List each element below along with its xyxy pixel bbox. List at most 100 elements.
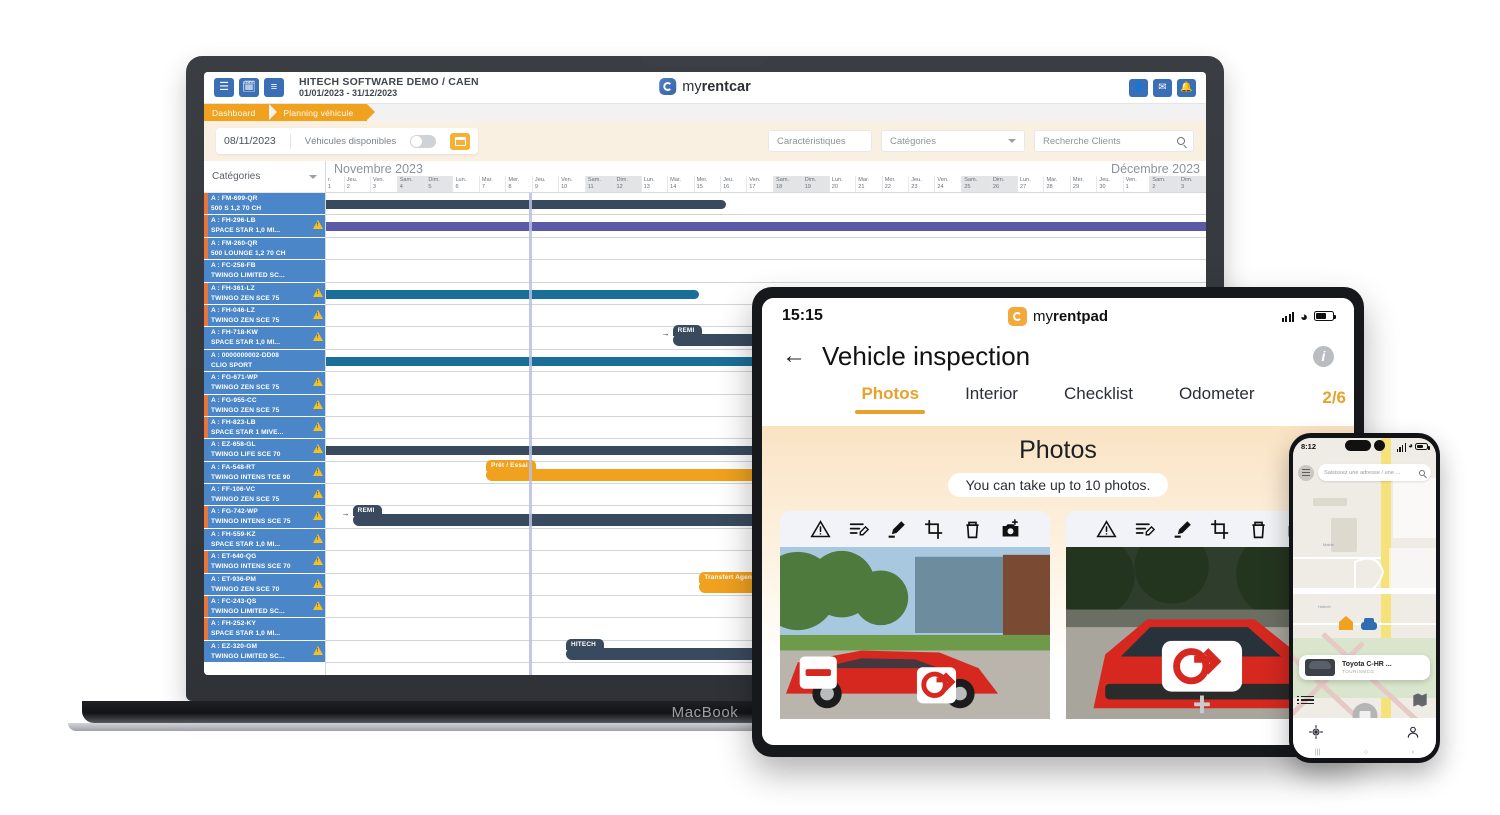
delete-icon[interactable] [1248, 519, 1269, 540]
day-header-cell[interactable]: Lun. 6 [453, 176, 480, 192]
recents-icon[interactable]: ||| [1315, 749, 1320, 756]
day-header-cell[interactable]: Jeu. 23 [909, 176, 936, 192]
marker-edit-icon[interactable] [1172, 519, 1193, 540]
warning-icon[interactable] [313, 220, 323, 230]
day-header-cell[interactable]: Jeu. 2 [345, 176, 371, 192]
day-header-cell[interactable]: Dim. 12 [614, 176, 642, 192]
day-header-cell[interactable]: Sam. 18 [774, 176, 803, 192]
hamburger-icon[interactable] [1298, 464, 1314, 481]
warning-icon[interactable] [313, 533, 323, 543]
vehicle-row[interactable]: A : FG-671-WP TWINGO ZEN SCE 75 [204, 372, 325, 395]
day-header-cell[interactable]: Ven. 10 [559, 176, 586, 192]
notes-edit-icon[interactable] [848, 519, 869, 540]
map-layers-icon[interactable] [1412, 692, 1428, 708]
tab-checklist[interactable]: Checklist [1064, 384, 1133, 412]
day-header-cell[interactable]: Mar. 28 [1044, 176, 1071, 192]
warning-icon[interactable] [313, 601, 323, 611]
day-header-cell[interactable]: Jeu. 30 [1097, 176, 1124, 192]
breadcrumb-item-planning[interactable]: Planning véhicule [269, 104, 376, 121]
hamburger-icon[interactable]: ☰ [214, 78, 234, 97]
warning-icon[interactable] [313, 377, 323, 387]
profile-icon[interactable] [1406, 725, 1420, 739]
day-header-cell[interactable]: Ven. 3 [371, 176, 398, 192]
day-header-cell[interactable]: Lun. 20 [830, 176, 857, 192]
photo-thumbnail[interactable] [780, 547, 1050, 719]
add-photo-icon[interactable] [1000, 519, 1021, 540]
gantt-bar[interactable] [326, 222, 1206, 232]
notes-edit-icon[interactable] [1134, 519, 1155, 540]
warning-icon[interactable] [313, 309, 323, 319]
day-header-cell[interactable]: Dim. 19 [802, 176, 830, 192]
day-header-cell[interactable]: Jeu. 9 [533, 176, 560, 192]
warning-icon[interactable] [313, 466, 323, 476]
day-header-cell[interactable]: Sam. 4 [397, 176, 427, 192]
day-header-cell[interactable]: Dim. 5 [426, 176, 454, 192]
warning-icon[interactable] [313, 399, 323, 409]
warning-icon[interactable] [1095, 519, 1117, 540]
vehicle-row[interactable]: A : FC-243-QS TWINGO LIMITED SC... [204, 596, 325, 619]
warning-icon[interactable] [313, 645, 323, 655]
day-header-cell[interactable]: Ven. 24 [935, 176, 963, 192]
gantt-row[interactable] [326, 238, 1206, 261]
day-header-cell[interactable]: Jeu. 16 [721, 176, 748, 192]
vehicle-row[interactable]: A : FA-548-RT TWINGO INTENS TCE 90 [204, 461, 325, 485]
info-icon[interactable]: i [1313, 345, 1334, 367]
characteristics-input[interactable]: Caractéristiques [768, 130, 872, 152]
warning-icon[interactable] [313, 511, 323, 521]
warning-icon[interactable] [809, 519, 831, 540]
vehicle-row[interactable]: A : ET-640-QG TWINGO INTENS SCE 70 [204, 551, 325, 574]
day-header-cell[interactable]: Sam. 11 [585, 176, 615, 192]
warning-icon[interactable] [313, 556, 323, 566]
day-header-cell[interactable]: Sam. 2 [1150, 176, 1180, 192]
client-search-input[interactable]: Recherche Clients [1034, 130, 1194, 152]
tab-interior[interactable]: Interior [965, 384, 1018, 412]
tab-odometer[interactable]: Odometer [1179, 384, 1255, 412]
vehicle-row[interactable]: A : FC-258-FB TWINGO LIMITED SC... [204, 260, 325, 283]
gantt-row[interactable] [326, 260, 1206, 283]
planning-date[interactable]: 08/11/2023 [224, 135, 276, 147]
day-header-cell[interactable]: Mer. 15 [695, 176, 722, 192]
vehicle-row[interactable]: A : FH-361-LZ TWINGO ZEN SCE 75 [204, 282, 325, 305]
vehicle-row[interactable]: A : FG-742-WP TWINGO INTENS SCE 75 [204, 506, 325, 529]
day-header-cell[interactable]: Sam. 25 [962, 176, 991, 192]
mail-icon[interactable]: ✉ [1153, 78, 1172, 97]
back-icon[interactable]: ‹ [1412, 749, 1414, 756]
gantt-bar[interactable] [326, 200, 726, 209]
vehicle-row[interactable]: A : FH-559-KZ SPACE STAR 1,0 MI... [204, 528, 325, 552]
breadcrumb-item-dashboard[interactable]: Dashboard [204, 104, 278, 121]
vehicle-row[interactable]: A : FG-955-CC TWINGO ZEN SCE 75 [204, 394, 325, 417]
bell-icon[interactable]: 🔔 [1177, 78, 1196, 97]
vehicle-row[interactable]: A : EZ-320-GM TWINGO LIMITED SC... [204, 640, 325, 664]
warning-icon[interactable] [313, 578, 323, 588]
vehicle-row[interactable]: A : FH-823-LB SPACE STAR 1 MIVE... [204, 416, 325, 440]
warning-icon[interactable] [313, 444, 323, 454]
calendar-button[interactable] [450, 132, 471, 150]
address-search-input[interactable]: Saisissez une adresse / une ... [1318, 464, 1431, 481]
categories-filter-select[interactable]: Catégories [204, 161, 325, 193]
day-header-cell[interactable]: Mar. 21 [856, 176, 883, 192]
user-icon[interactable]: 👤 [1129, 78, 1148, 97]
day-header-cell[interactable]: Lun. 13 [642, 176, 669, 192]
day-header-cell[interactable]: Ven. 17 [747, 176, 775, 192]
day-header-cell[interactable]: Dim. 3 [1179, 176, 1206, 192]
vehicle-row[interactable]: A : EZ-658-GL TWINGO LIFE SCE 70 [204, 439, 325, 462]
day-header-cell[interactable]: Mer. 22 [883, 176, 910, 192]
crop-icon[interactable] [1210, 519, 1231, 540]
gantt-bar[interactable] [326, 289, 700, 299]
list-icon[interactable] [1297, 695, 1314, 705]
delete-icon[interactable] [962, 519, 983, 540]
crop-icon[interactable] [924, 519, 945, 540]
tab-photos[interactable]: Photos [855, 384, 925, 414]
vehicle-row[interactable]: A : FH-252-KY SPACE STAR 1,0 MI... [204, 618, 325, 641]
day-header-cell[interactable]: Mar. 7 [480, 176, 507, 192]
home-icon[interactable]: ○ [1364, 749, 1368, 756]
vehicle-row[interactable]: A : ET-936-PM TWINGO ZEN SCE 70 [204, 573, 325, 597]
available-vehicles-toggle[interactable] [410, 134, 437, 148]
vehicle-row[interactable]: A : FM-260-QR 500 LOUNGE 1,2 70 CH [204, 237, 325, 261]
day-header-cell[interactable]: Mer. 8 [506, 176, 533, 192]
vehicle-row[interactable]: A : FH-718-KW SPACE STAR 1,0 MI... [204, 327, 325, 350]
day-header-cell[interactable]: Dim. 26 [990, 176, 1018, 192]
vehicle-row[interactable]: A : FH-296-LB SPACE STAR 1,0 MI... [204, 215, 325, 238]
categories-select[interactable]: Catégories [881, 130, 1025, 152]
gantt-bar[interactable] [326, 356, 806, 366]
